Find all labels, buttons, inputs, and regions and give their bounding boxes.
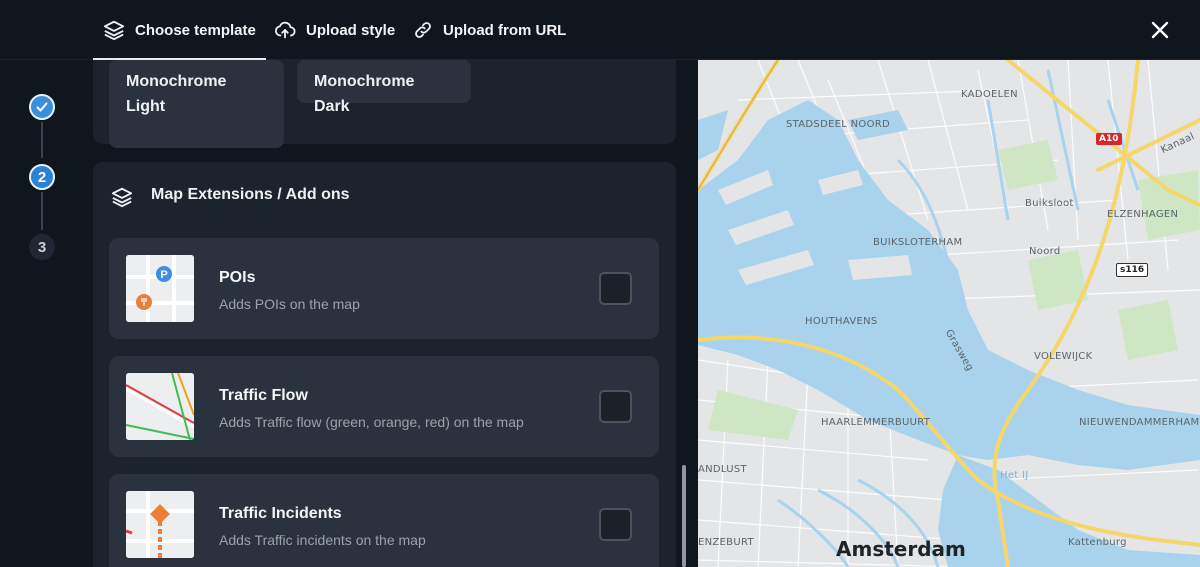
template-label: Monochrome Dark xyxy=(314,73,415,115)
map-label: HOUTHAVENS xyxy=(805,316,878,327)
template-monochrome-light[interactable]: Monochrome Light xyxy=(109,60,284,148)
pois-thumbnail: P xyxy=(126,255,194,322)
extension-item-traffic-flow[interactable]: Traffic Flow Adds Traffic flow (green, o… xyxy=(109,356,659,457)
tab-upload-style-label: Upload style xyxy=(306,21,396,39)
extension-description: Adds Traffic incidents on the map xyxy=(219,532,426,548)
close-icon xyxy=(1151,21,1169,39)
map-label: BUIKSLOTERHAM xyxy=(873,237,963,248)
map-label: Kattenburg xyxy=(1068,537,1127,548)
close-button[interactable] xyxy=(1144,14,1176,46)
extension-description: Adds POIs on the map xyxy=(219,296,360,312)
extension-item-traffic-incidents[interactable]: Traffic Incidents Adds Traffic incidents… xyxy=(109,474,659,567)
step-2-label: 2 xyxy=(37,168,47,186)
panel-scrollbar[interactable] xyxy=(682,465,686,567)
traffic-incidents-thumbnail xyxy=(126,491,194,558)
traffic-incidents-checkbox[interactable] xyxy=(599,508,632,541)
tab-choose-template[interactable]: Choose template xyxy=(93,0,266,60)
traffic-flow-checkbox[interactable] xyxy=(599,390,632,423)
map-label: ANDLUST xyxy=(698,464,747,475)
map-label: STADSDEEL NOORD xyxy=(786,119,891,130)
step-1-done[interactable] xyxy=(29,94,55,120)
map-preview[interactable]: KADOELEN STADSDEEL NOORD Buiksloot ELZEN… xyxy=(698,60,1200,567)
step-3-label: 3 xyxy=(37,238,47,256)
options-panel: Monochrome Light Monochrome Dark Map Ext… xyxy=(93,60,698,567)
svg-text:P: P xyxy=(160,269,167,281)
map-label: ELZENHAGEN xyxy=(1107,209,1179,220)
wizard-stepper: 2 3 xyxy=(0,60,93,567)
tab-upload-url[interactable]: Upload from URL xyxy=(413,0,566,60)
extension-description: Adds Traffic flow (green, orange, red) o… xyxy=(219,414,524,430)
map-city-label: Amsterdam xyxy=(836,537,966,561)
step-connector xyxy=(41,122,43,158)
map-label: HAARLEMMERBUURT xyxy=(821,417,931,428)
cloud-upload-icon xyxy=(274,21,296,39)
map-label: NIEUWENDAMMERHAM xyxy=(1079,417,1200,428)
map-canvas xyxy=(698,60,1200,567)
tab-choose-template-label: Choose template xyxy=(135,21,256,39)
template-label: Monochrome Light xyxy=(126,73,227,115)
step-connector xyxy=(41,192,43,230)
pois-checkbox[interactable] xyxy=(599,272,632,305)
extension-name: Traffic Flow xyxy=(219,387,308,404)
map-label: Buiksloot xyxy=(1025,198,1074,209)
extensions-title: Map Extensions / Add ons xyxy=(151,186,350,203)
check-icon xyxy=(36,102,48,112)
map-label: Het IJ xyxy=(1000,470,1029,481)
map-label: VOLEWIJCK xyxy=(1034,351,1093,362)
top-bar: Choose template Upload style Upload from… xyxy=(0,0,1200,60)
link-icon xyxy=(415,22,431,38)
extension-name: Traffic Incidents xyxy=(219,505,342,522)
road-shield-s116: s116 xyxy=(1116,263,1149,277)
road-shield-a10: A10 xyxy=(1096,133,1122,145)
layers-icon xyxy=(111,187,133,208)
step-2-active[interactable]: 2 xyxy=(29,164,55,190)
template-monochrome-dark[interactable]: Monochrome Dark xyxy=(297,60,471,115)
extension-item-pois[interactable]: P POIs Adds POIs on the map xyxy=(109,238,659,339)
map-label: ENZEBURT xyxy=(698,537,754,548)
extension-name: POIs xyxy=(219,269,256,286)
extensions-card: Map Extensions / Add ons P POIs Adds POI… xyxy=(93,162,676,567)
map-label: Noord xyxy=(1029,246,1061,257)
map-label: KADOELEN xyxy=(961,89,1018,100)
layers-icon xyxy=(103,20,125,41)
template-card: Monochrome Light Monochrome Dark xyxy=(93,60,676,148)
step-3[interactable]: 3 xyxy=(29,234,55,260)
traffic-flow-thumbnail xyxy=(126,373,194,440)
tab-upload-url-label: Upload from URL xyxy=(443,21,567,39)
tab-upload-style[interactable]: Upload style xyxy=(274,0,395,60)
